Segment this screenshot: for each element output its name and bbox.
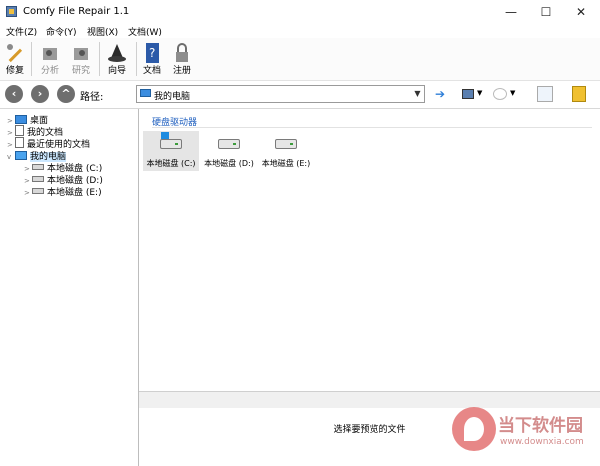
system-drive-icon <box>32 164 44 170</box>
expand-icon[interactable]: > <box>24 165 32 173</box>
expand-icon[interactable]: > <box>7 141 15 149</box>
drive-label: 本地磁盘 (D:) <box>204 159 254 168</box>
up-button[interactable]: ^ <box>57 85 75 103</box>
drive-icon <box>32 176 44 182</box>
drive-item-e[interactable]: 本地磁盘 (E:) <box>258 131 314 171</box>
window-title: Comfy File Repair 1.1 <box>23 6 130 17</box>
research-label: 研究 <box>71 66 90 76</box>
toolbar-separator <box>31 42 32 76</box>
drive-item-d[interactable]: 本地磁盘 (D:) <box>201 131 257 171</box>
folder-tree: > 桌面 > 我的文档 > 最近使用的文档 v 我的电脑 > 本地磁盘 (C:) > 本地磁… <box>0 109 139 466</box>
research-button[interactable]: 研究 <box>66 40 96 78</box>
forward-button[interactable]: › <box>31 85 49 103</box>
maximize-button[interactable]: ☐ <box>529 0 563 24</box>
svg-text:?: ? <box>149 46 155 60</box>
minimize-button[interactable]: — <box>494 0 528 24</box>
group-divider <box>152 127 592 128</box>
drive-icon <box>218 139 240 149</box>
expand-icon[interactable]: > <box>7 117 15 125</box>
tree-item-recent-docs[interactable]: > 最近使用的文档 <box>7 137 90 150</box>
sort-icon[interactable] <box>493 88 507 100</box>
arrow-right-icon: › <box>37 87 43 100</box>
register-label: 注册 <box>172 66 191 76</box>
arrow-up-icon: ^ <box>61 87 71 100</box>
documents-icon <box>15 125 24 136</box>
view-mode-dropdown-icon[interactable]: ▼ <box>477 89 482 97</box>
lock-icon <box>176 43 188 62</box>
file-list-pane: 硬盘驱动器 本地磁盘 (C:) 本地磁盘 (D:) 本地磁盘 (E:) <box>139 109 600 391</box>
help-book-icon: ? <box>146 43 159 63</box>
analyze-icon <box>43 48 57 60</box>
path-label: 路径: <box>80 92 104 103</box>
toolbar-separator <box>99 42 100 76</box>
expand-icon[interactable]: > <box>7 129 15 137</box>
menu-file[interactable]: 文件(Z) <box>6 25 37 38</box>
computer-icon <box>140 89 151 97</box>
toolbar-separator <box>136 42 137 76</box>
arrow-left-icon: ‹ <box>11 87 17 100</box>
folder-icon[interactable] <box>572 86 586 102</box>
close-button[interactable]: ✕ <box>564 0 598 24</box>
drive-item-c[interactable]: 本地磁盘 (C:) <box>143 131 199 171</box>
wizard-icon <box>108 44 126 62</box>
wizard-label: 向导 <box>107 66 126 76</box>
path-combobox[interactable]: 我的电脑 ▼ <box>136 85 425 103</box>
windows-logo-icon <box>161 132 169 139</box>
watermark-url: www.downxia.com <box>500 437 584 447</box>
go-arrow-icon[interactable]: ➔ <box>435 87 445 101</box>
register-button[interactable]: 注册 <box>168 40 196 78</box>
watermark-name: 当下软件园 <box>498 416 583 436</box>
title-bar: Comfy File Repair 1.1 — ☐ ✕ <box>0 0 600 25</box>
analyze-label: 分析 <box>40 66 59 76</box>
menu-bar: 文件(Z) 命令(Y) 视图(X) 文档(W) <box>0 24 600 38</box>
wizard-button[interactable]: 向导 <box>103 40 131 78</box>
menu-command[interactable]: 命令(Y) <box>46 25 77 38</box>
research-icon <box>74 48 88 60</box>
drive-icon <box>275 139 297 149</box>
tree-item-drive-d[interactable]: > 本地磁盘 (D:) <box>24 173 103 186</box>
analyze-button[interactable]: 分析 <box>35 40 65 78</box>
docs-button[interactable]: ? 文档 <box>140 40 164 78</box>
expand-icon[interactable]: > <box>24 177 32 185</box>
tree-item-label: 本地磁盘 (E:) <box>47 188 102 198</box>
tree-item-my-computer[interactable]: v 我的电脑 <box>7 149 67 162</box>
collapse-icon[interactable]: v <box>7 153 15 161</box>
computer-icon <box>15 151 27 160</box>
address-bar: ‹ › ^ 路径: 我的电脑 ▼ ➔ ▼ ▼ <box>0 81 600 109</box>
watermark-logo-icon <box>452 407 496 451</box>
toolbar: 修复 分析 研究 向导 ? 文档 注册 <box>0 38 600 81</box>
app-icon <box>6 6 17 17</box>
repair-button[interactable]: 修复 <box>2 40 28 78</box>
sort-dropdown-icon[interactable]: ▼ <box>510 89 515 97</box>
drive-label: 本地磁盘 (E:) <box>261 159 311 168</box>
repair-label: 修复 <box>5 66 24 76</box>
path-value: 我的电脑 <box>154 92 191 102</box>
drive-icon <box>32 188 44 194</box>
preview-toggle-icon[interactable] <box>537 86 553 102</box>
recent-docs-icon <box>15 137 24 148</box>
tree-item-my-documents[interactable]: > 我的文档 <box>7 125 63 138</box>
drive-icon <box>160 139 182 149</box>
tree-item-drive-e[interactable]: > 本地磁盘 (E:) <box>24 185 102 198</box>
tree-item-desktop[interactable]: > 桌面 <box>7 113 48 126</box>
desktop-icon <box>15 115 27 124</box>
menu-docs[interactable]: 文档(W) <box>128 25 162 38</box>
docs-label: 文档 <box>142 66 161 76</box>
drive-label: 本地磁盘 (C:) <box>146 159 196 168</box>
chevron-down-icon[interactable]: ▼ <box>411 86 424 102</box>
tree-item-drive-c[interactable]: > 本地磁盘 (C:) <box>24 161 102 174</box>
menu-view[interactable]: 视图(X) <box>87 25 118 38</box>
wrench-icon <box>7 44 23 63</box>
view-mode-icon[interactable] <box>462 89 474 99</box>
back-button[interactable]: ‹ <box>5 85 23 103</box>
expand-icon[interactable]: > <box>24 189 32 197</box>
watermark: 当下软件园 www.downxia.com <box>452 405 596 461</box>
